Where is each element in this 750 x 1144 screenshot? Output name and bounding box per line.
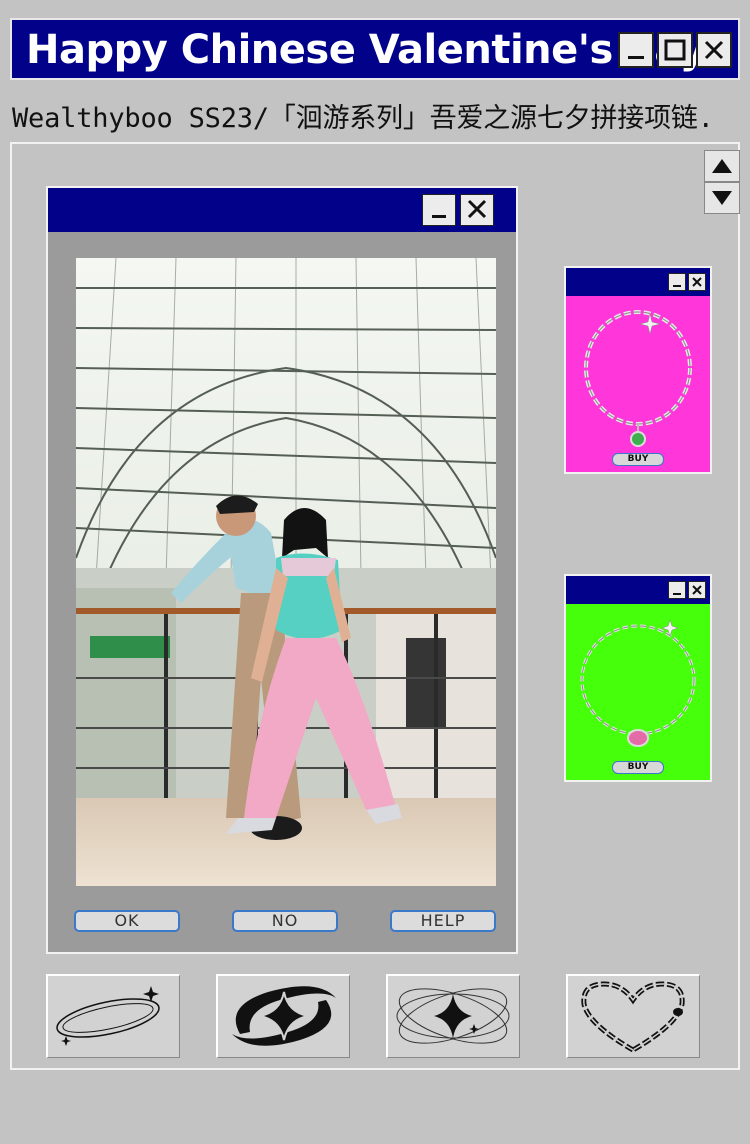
chain-heart-icon [581, 981, 685, 1053]
minimize-icon [628, 56, 644, 59]
close-icon [704, 40, 724, 60]
close-icon [692, 277, 702, 287]
close-icon [467, 199, 487, 219]
product-1-titlebar [566, 268, 710, 296]
product-1-buy-button[interactable]: BUY [612, 453, 664, 466]
photo-window-titlebar [48, 188, 516, 232]
product-2-close-button[interactable] [688, 581, 706, 599]
silver-chain-necklace-pink-pendant [580, 619, 696, 747]
maximize-icon [664, 39, 686, 61]
product-window-1: BUY [564, 266, 712, 474]
close-button[interactable] [696, 32, 732, 68]
atom-sparkle-icon [396, 988, 510, 1044]
silver-chain-necklace-green-pendant [584, 310, 692, 447]
product-1-close-button[interactable] [688, 273, 706, 291]
couple-photo-illustration [76, 258, 496, 886]
window-title: Happy Chinese Valentine's day. [26, 27, 717, 73]
help-button[interactable]: HELP [390, 910, 496, 932]
triangle-down-icon [712, 191, 732, 205]
icon-tile-1[interactable] [46, 974, 180, 1058]
no-button[interactable]: NO [232, 910, 338, 932]
main-titlebar: Happy Chinese Valentine's day. [10, 18, 740, 80]
icon-tile-2[interactable] [216, 974, 350, 1058]
scroll-up-button[interactable] [704, 150, 740, 182]
ok-button[interactable]: OK [74, 910, 180, 932]
photo-close-button[interactable] [460, 194, 494, 226]
icon-tile-4[interactable] [566, 974, 700, 1058]
minimize-icon [673, 593, 681, 595]
minimize-button[interactable] [618, 32, 654, 68]
triangle-up-icon [712, 159, 732, 173]
minimize-icon [673, 285, 681, 287]
product-2-titlebar [566, 576, 710, 604]
orbit-sparkle-icon [56, 986, 160, 1046]
product-2-minimize-button[interactable] [668, 581, 686, 599]
scroll-down-button[interactable] [704, 182, 740, 214]
icon-tile-3[interactable] [386, 974, 520, 1058]
star-swoosh-icon [232, 986, 336, 1046]
photo-window: OK NO HELP [46, 186, 518, 954]
couple-photo [76, 258, 496, 886]
close-icon [692, 585, 702, 595]
product-2-buy-button[interactable]: BUY [612, 761, 664, 774]
minimize-icon [432, 215, 446, 218]
product-subtitle: Wealthyboo SS23/「洄游系列」吾爱之源七夕拼接项链. [12, 103, 714, 134]
photo-minimize-button[interactable] [422, 194, 456, 226]
product-1-minimize-button[interactable] [668, 273, 686, 291]
maximize-button[interactable] [657, 32, 693, 68]
product-window-2: BUY [564, 574, 712, 782]
